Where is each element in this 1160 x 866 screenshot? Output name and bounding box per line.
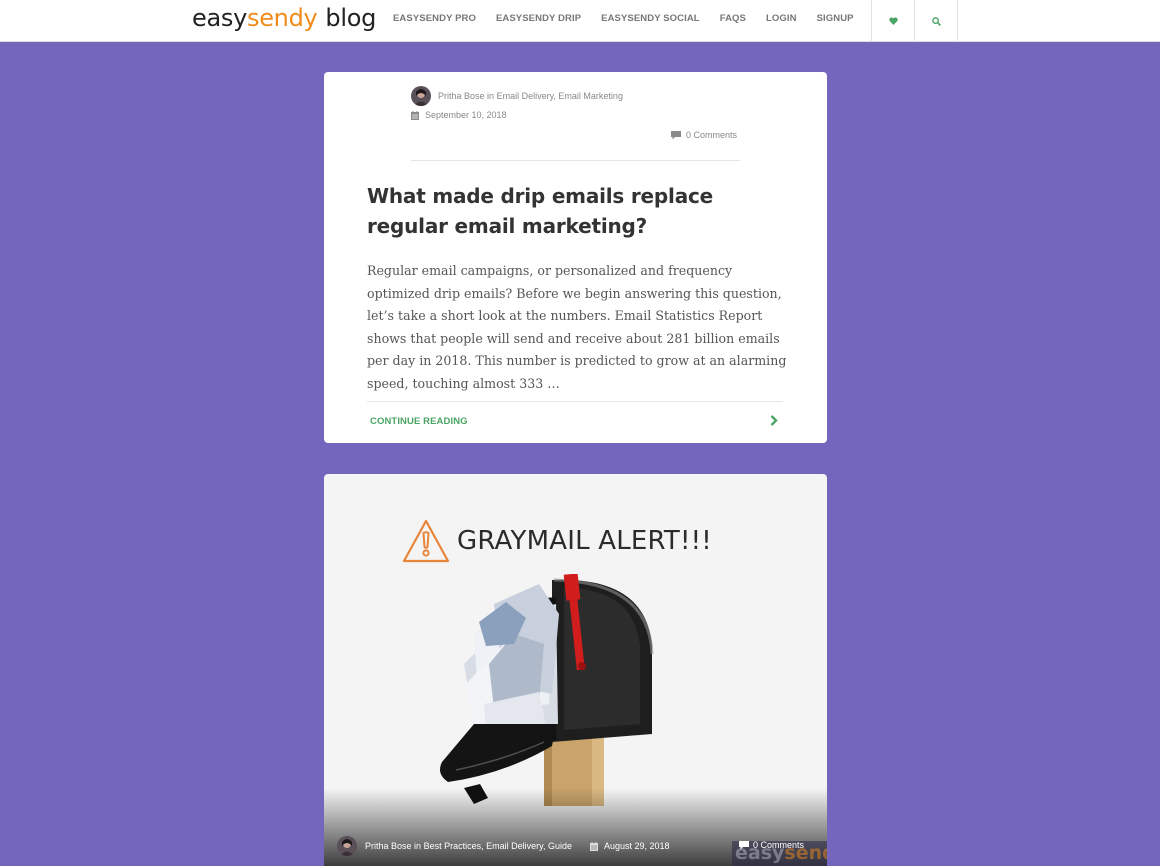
nav-faqs[interactable]: FAQS	[720, 13, 746, 24]
post-meta: Pritha Bose in Email Delivery, Email Mar…	[438, 91, 623, 101]
post-meta: Pritha Bose in Best Practices, Email Del…	[337, 836, 670, 856]
in-text: in	[414, 841, 422, 851]
search-icon	[931, 16, 941, 26]
category-links[interactable]: Best Practices, Email Delivery, Guide	[424, 841, 572, 851]
author-name-link[interactable]: Pritha Bose	[365, 841, 412, 851]
calendar-icon	[411, 110, 419, 120]
post-date-text: September 10, 2018	[425, 110, 507, 120]
nav-easysendy-social[interactable]: EASYSENDY SOCIAL	[601, 13, 700, 24]
comment-icon	[739, 840, 749, 849]
chevron-right-icon[interactable]	[770, 415, 778, 426]
nav-login[interactable]: LOGIN	[766, 13, 797, 24]
calendar-icon	[589, 841, 598, 851]
top-navbar: easysendy blog EASYSENDY PRO EASYSENDY DR…	[0, 0, 1160, 42]
continue-reading-link[interactable]: CONTINUE READING	[370, 416, 468, 427]
nav-easysendy-pro[interactable]: EASYSENDY PRO	[393, 13, 476, 24]
comments-link[interactable]: 0 Comments	[739, 840, 804, 850]
divider	[367, 401, 783, 402]
warning-triangle-icon	[402, 519, 450, 563]
author-name-link[interactable]: Pritha Bose	[438, 91, 485, 101]
logo-part-easy: easy	[192, 4, 247, 32]
graymail-alert-text: GRAYMAIL ALERT!!!	[457, 526, 712, 556]
comment-icon	[671, 130, 681, 139]
heart-icon	[889, 17, 898, 25]
site-logo[interactable]: easysendy blog	[192, 4, 376, 32]
in-text: in	[487, 91, 495, 101]
nav-signup[interactable]: SIGNUP	[817, 13, 854, 24]
search-button[interactable]	[914, 0, 958, 42]
nav-easysendy-drip[interactable]: EASYSENDY DRIP	[496, 13, 581, 24]
favorites-button[interactable]	[871, 0, 915, 42]
post-card-graymail: GRAYMAIL ALERT!!! Pritha Bose in Best Pr…	[324, 474, 827, 866]
logo-part-sendy: sendy	[246, 4, 318, 32]
author-avatar[interactable]	[337, 836, 357, 856]
post-card-drip-emails: Pritha Bose in Email Delivery, Email Mar…	[324, 72, 827, 443]
comments-count: 0 Comments	[753, 840, 805, 850]
overflowing-mailbox-image[interactable]	[434, 574, 664, 806]
featured-image-headline: GRAYMAIL ALERT!!!	[402, 519, 712, 563]
post-title-link[interactable]: What made drip emails replace regular em…	[367, 181, 787, 241]
post-date-text: August 29, 2018	[603, 841, 670, 851]
post-excerpt: Regular email campaigns, or personalized…	[367, 263, 787, 391]
main-nav: EASYSENDY PRO EASYSENDY DRIP EASYSENDY S…	[393, 13, 874, 24]
comments-count: 0 Comments	[686, 130, 738, 140]
divider	[411, 160, 740, 161]
comments-link[interactable]: 0 Comments	[671, 130, 737, 140]
post-date: August 29, 2018	[589, 841, 670, 851]
logo-part-blog: blog	[325, 4, 377, 32]
category-links[interactable]: Email Delivery, Email Marketing	[497, 91, 623, 101]
post-date: September 10, 2018	[411, 110, 507, 120]
author-avatar[interactable]	[411, 86, 431, 106]
